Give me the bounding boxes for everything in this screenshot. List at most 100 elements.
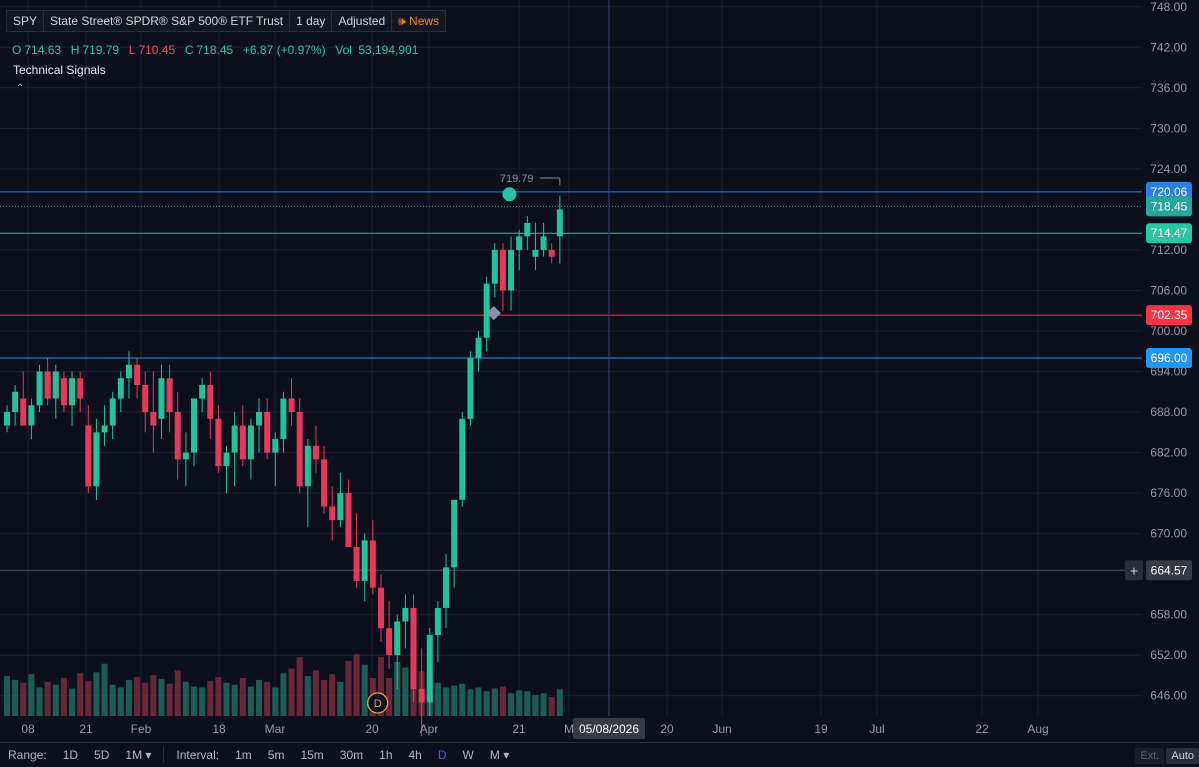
candle-body xyxy=(272,439,279,453)
x-tick-label: 18 xyxy=(212,722,226,736)
volume-bar xyxy=(109,684,116,716)
symbol-label[interactable]: SPY xyxy=(6,10,45,32)
candle-body xyxy=(402,607,409,622)
interval-1h[interactable]: 1h xyxy=(371,748,400,762)
candle-body xyxy=(491,249,498,284)
candle-body xyxy=(296,412,303,487)
interval-30m[interactable]: 30m xyxy=(332,748,371,762)
candle-body xyxy=(4,412,10,426)
volume-bar xyxy=(52,684,59,716)
volume-bar xyxy=(459,683,466,716)
volume-bar xyxy=(288,668,295,716)
volume-bar xyxy=(93,672,100,716)
candle-body xyxy=(548,249,555,257)
candle-body xyxy=(443,567,450,608)
y-tick-label: 658.00 xyxy=(1150,608,1187,622)
range-label: Range: xyxy=(8,748,47,762)
candle-body xyxy=(166,378,173,413)
candle-body xyxy=(426,634,433,703)
volume-bar xyxy=(223,682,230,716)
y-tick-label: 706.00 xyxy=(1150,283,1187,297)
candle-body xyxy=(12,391,19,413)
volume-bar xyxy=(158,678,165,716)
candle-body xyxy=(475,337,482,358)
candle-body xyxy=(312,445,319,460)
volume-bar xyxy=(134,677,141,716)
volume-bar xyxy=(142,682,149,716)
interval-m[interactable]: M ▾ xyxy=(482,748,517,762)
chart-header: SPY State Street® SPDR® S&P 500® ETF Tru… xyxy=(6,10,447,32)
candle-body xyxy=(483,283,490,338)
price-chart[interactable]: 719.79 D 748.00 742.00 736.00 730.00 724.00 712… xyxy=(0,0,1199,742)
news-button[interactable]: 🕪 News xyxy=(391,10,447,32)
range-1d[interactable]: 1D xyxy=(55,748,86,762)
crosshair-price-label: 664.57 xyxy=(1151,563,1188,577)
candle-body xyxy=(280,398,287,440)
interval-1m[interactable]: 1m xyxy=(227,748,260,762)
volume-bar xyxy=(199,687,206,716)
candle-body xyxy=(44,371,51,399)
volume-bar xyxy=(28,674,35,716)
y-tick-label: 646.00 xyxy=(1150,689,1187,703)
signal-dot[interactable] xyxy=(502,187,517,202)
interval-4h[interactable]: 4h xyxy=(401,748,430,762)
volume-bar xyxy=(296,657,303,716)
candle-body xyxy=(361,540,368,581)
candle-body xyxy=(117,378,124,399)
low-value: 710.45 xyxy=(138,43,176,57)
interval-label[interactable]: 1 day xyxy=(289,10,333,32)
x-tick-label: Aug xyxy=(1027,722,1048,736)
candle-body xyxy=(36,371,43,406)
instrument-name[interactable]: State Street® SPDR® S&P 500® ETF Trust xyxy=(43,10,291,32)
interval-d[interactable]: D xyxy=(430,748,455,762)
candle-body xyxy=(304,445,311,487)
interval-15m[interactable]: 15m xyxy=(292,748,331,762)
candle-body xyxy=(69,378,76,406)
adjustment-label[interactable]: Adjusted xyxy=(331,10,393,32)
volume-bar xyxy=(361,664,368,716)
volume-bar xyxy=(329,674,336,716)
auto-scale-toggle[interactable]: Auto xyxy=(1166,748,1199,764)
volume-bar xyxy=(231,684,238,716)
volume-bar xyxy=(280,673,287,716)
candle-body xyxy=(394,621,401,656)
high-annotation: 719.79 xyxy=(500,173,534,185)
volume-bar xyxy=(475,687,482,716)
y-tick-label: 676.00 xyxy=(1150,486,1187,500)
y-tick-label: 688.00 xyxy=(1150,405,1187,419)
price-badge-label: 702.35 xyxy=(1151,308,1188,322)
candle-body xyxy=(199,385,206,399)
volume-bar xyxy=(321,679,328,716)
indicator-title[interactable]: Technical Signals xyxy=(13,63,106,77)
chevron-up-icon[interactable]: ⌃ xyxy=(16,83,24,94)
y-tick-label: 712.00 xyxy=(1150,243,1187,257)
candle-body xyxy=(109,398,116,426)
candle-body xyxy=(508,249,515,291)
range-5d[interactable]: 5D xyxy=(86,748,117,762)
x-tick-label: 19 xyxy=(814,722,828,736)
candle-body xyxy=(345,493,352,548)
volume-bar xyxy=(215,677,222,716)
x-tick-label: 21 xyxy=(512,722,526,736)
volume-bar xyxy=(101,663,108,716)
candle-body xyxy=(223,452,230,467)
interval-5m[interactable]: 5m xyxy=(260,748,293,762)
candle-body xyxy=(85,425,92,487)
candle-body xyxy=(386,628,393,656)
x-tick-label: 22 xyxy=(975,722,989,736)
volume-label: Vol xyxy=(335,43,352,57)
crosshair-date-label: 05/08/2026 xyxy=(579,722,639,736)
candle-body xyxy=(329,506,336,521)
y-tick-label: 736.00 xyxy=(1150,81,1187,95)
y-tick-label: 670.00 xyxy=(1150,527,1187,541)
ext-hours-toggle[interactable]: Ext. xyxy=(1135,748,1165,764)
range-1m[interactable]: 1M ▾ xyxy=(117,748,159,762)
volume-bar xyxy=(337,681,344,716)
plus-icon[interactable]: + xyxy=(1130,562,1138,578)
x-tick-label: Jul xyxy=(869,722,884,736)
open-label: O xyxy=(12,43,22,57)
y-tick-label: 730.00 xyxy=(1150,121,1187,135)
volume-bar xyxy=(60,678,67,716)
interval-w[interactable]: W xyxy=(455,748,482,762)
megaphone-icon: 🕪 xyxy=(398,14,406,28)
